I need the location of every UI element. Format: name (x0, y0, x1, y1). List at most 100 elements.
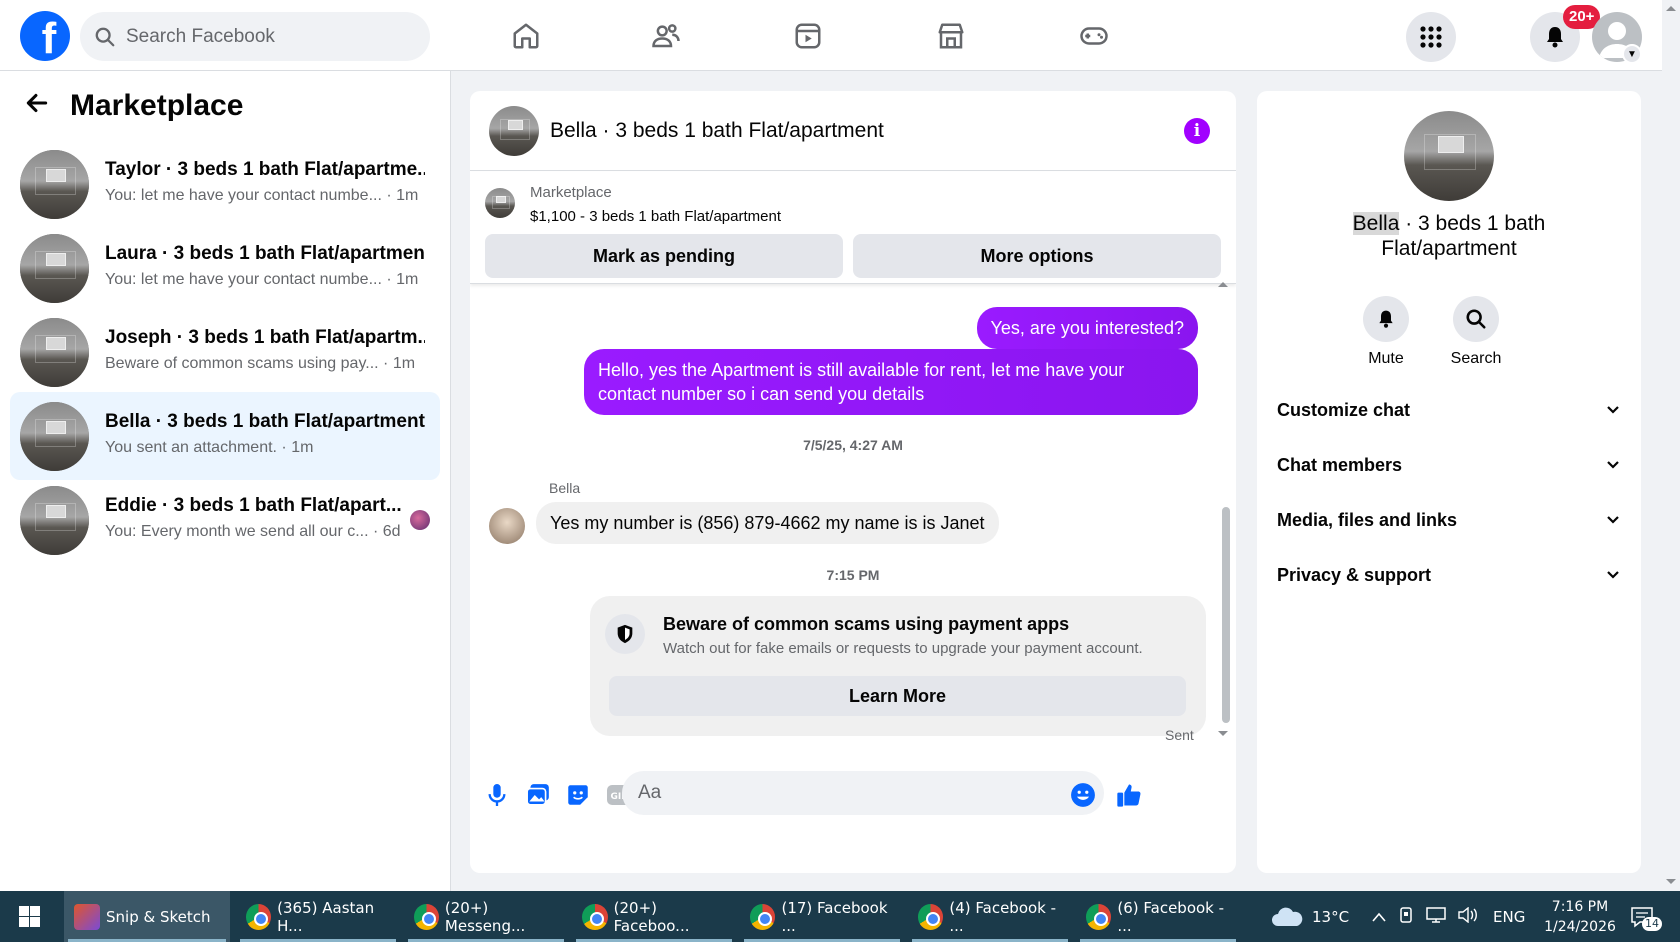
taskbar-app-label: Snip & Sketch (106, 907, 211, 926)
conversation-title: Taylor · 3 beds 1 bath Flat/apartme... (105, 159, 425, 180)
snip-sketch-icon (74, 903, 100, 930)
photo-icon[interactable] (524, 781, 552, 809)
sender-name: Bella (549, 480, 581, 496)
info-name-line2: Flat/apartment (1381, 237, 1517, 260)
learn-more-button[interactable]: Learn More (609, 676, 1186, 716)
action-center-button[interactable]: 14 (1630, 891, 1662, 942)
section-media-files-links[interactable]: Media, files and links (1277, 500, 1621, 540)
message-timestamp: 7:15 PM (826, 567, 880, 583)
facebook-logo[interactable]: f (20, 11, 70, 61)
friends-icon[interactable] (648, 18, 684, 54)
windows-taskbar: Snip & Sketch (365) Aastan H... (20+) Me… (0, 891, 1680, 942)
conversation-preview: You: let me have your contact numbe... ·… (105, 187, 419, 204)
language-indicator[interactable]: ENG (1493, 891, 1525, 942)
bell-icon (1547, 27, 1563, 48)
taskbar-app-chrome[interactable]: (4) Facebook - ... (908, 891, 1072, 942)
section-customize-chat[interactable]: Customize chat (1277, 390, 1621, 430)
conversation-item-bella[interactable]: Bella · 3 beds 1 bath Flat/apartment You… (10, 392, 440, 480)
search-action[interactable]: Search (1441, 296, 1511, 368)
message-outgoing[interactable]: Hello, yes the Apartment is still availa… (584, 349, 1198, 415)
taskbar-app-label: (20+) Faceboo... (613, 898, 690, 935)
grid-icon (1420, 26, 1442, 48)
system-tray-icons[interactable] (1372, 891, 1492, 942)
thumbs-up-icon[interactable] (1115, 781, 1143, 809)
listing-price[interactable]: $1,100 - 3 beds 1 bath Flat/apartment (530, 208, 781, 225)
chevron-down-icon (1607, 406, 1619, 414)
info-name-rest: · 3 beds 1 bath (1399, 212, 1546, 235)
scroll-up-arrow-icon[interactable] (1216, 279, 1230, 289)
message-input[interactable]: Aa (622, 771, 1104, 815)
sent-status: Sent (1165, 727, 1194, 743)
chrome-icon (246, 903, 272, 930)
search-icon (1453, 296, 1499, 342)
chevron-up-icon[interactable] (1372, 908, 1386, 926)
chrome-icon (414, 903, 439, 930)
section-chat-members[interactable]: Chat members (1277, 445, 1621, 485)
sticker-icon[interactable] (564, 781, 592, 809)
network-icon[interactable] (1426, 906, 1446, 927)
video-icon[interactable] (790, 18, 826, 54)
listing-thumbnail (20, 486, 89, 555)
marketplace-label: Marketplace (530, 184, 612, 201)
scroll-down-arrow-icon[interactable] (1216, 729, 1230, 739)
weather-temp: 13°C (1312, 907, 1350, 926)
scroll-down-arrow-icon[interactable] (1665, 878, 1677, 886)
info-chat-name: Bella · 3 beds 1 bath Flat/apartment (1277, 211, 1621, 261)
search-facebook-input[interactable]: Search Facebook (80, 12, 430, 61)
sidebar-header: Marketplace (24, 89, 243, 123)
listing-thumbnail[interactable] (1404, 111, 1494, 201)
taskbar-app-chrome[interactable]: (20+) Faceboo... (572, 891, 736, 942)
info-name-highlight: Bella (1352, 212, 1400, 235)
conversation-item-joseph[interactable]: Joseph · 3 beds 1 bath Flat/apartm... Be… (10, 308, 440, 396)
clock-date: 1/24/2026 (1544, 918, 1616, 935)
taskbar-app-label: (20+) Messeng... (444, 898, 526, 935)
section-privacy-support[interactable]: Privacy & support (1277, 555, 1621, 595)
conversation-item-taylor[interactable]: Taylor · 3 beds 1 bath Flat/apartme... Y… (10, 140, 440, 228)
taskbar-app-chrome[interactable]: (6) Facebook - ... (1076, 891, 1240, 942)
page-scrollbar[interactable] (1662, 0, 1680, 891)
chat-panel: Bella · 3 beds 1 bath Flat/apartment i M… (470, 91, 1236, 873)
message-outgoing[interactable]: Yes, are you interested? (976, 307, 1198, 349)
bell-icon (1363, 296, 1409, 342)
taskbar-app-chrome[interactable]: (20+) Messeng... (404, 891, 568, 942)
section-label: Privacy & support (1277, 564, 1432, 585)
chat-thumbnail[interactable] (489, 106, 539, 156)
chevron-down-icon[interactable]: ▼ (1622, 44, 1642, 64)
notification-count: 14 (1642, 917, 1662, 931)
taskbar-app-snip-sketch[interactable]: Snip & Sketch (64, 891, 230, 942)
taskbar-app-label: (365) Aastan H... (277, 898, 375, 935)
clock[interactable]: 7:16 PM 1/24/2026 (1540, 891, 1620, 942)
chat-scrollbar[interactable] (1222, 507, 1230, 723)
marketplace-icon[interactable] (933, 18, 969, 54)
listing-thumbnail (20, 150, 89, 219)
message-incoming[interactable]: Yes my number is (856) 879-4662 my name … (536, 502, 999, 544)
chevron-down-icon (1607, 461, 1619, 469)
microphone-icon[interactable] (483, 781, 511, 809)
more-options-button[interactable]: More options (853, 234, 1221, 278)
back-arrow-icon[interactable] (24, 90, 50, 122)
meet-now-icon[interactable] (1398, 906, 1414, 928)
chat-title[interactable]: Bella · 3 beds 1 bath Flat/apartment (550, 119, 884, 143)
sender-avatar[interactable] (489, 508, 525, 544)
chrome-icon (918, 903, 944, 930)
cloud-icon (1272, 907, 1303, 926)
weather-widget[interactable]: 13°C (1270, 891, 1349, 942)
volume-icon[interactable] (1458, 906, 1478, 927)
chevron-down-icon (1607, 571, 1619, 579)
emoji-icon[interactable] (1069, 781, 1097, 809)
taskbar-app-chrome[interactable]: (17) Facebook ... (740, 891, 904, 942)
gaming-icon[interactable] (1076, 18, 1112, 54)
conversation-item-eddie[interactable]: Eddie · 3 beds 1 bath Flat/apart... You:… (10, 476, 440, 564)
taskbar-app-chrome[interactable]: (365) Aastan H... (236, 891, 400, 942)
scroll-up-arrow-icon[interactable] (1665, 4, 1677, 12)
chrome-icon (582, 903, 608, 930)
conversation-item-laura[interactable]: Laura · 3 beds 1 bath Flat/apartment You… (10, 224, 440, 312)
mark-as-pending-button[interactable]: Mark as pending (485, 234, 843, 278)
windows-start-icon[interactable] (19, 906, 40, 927)
menu-grid-button[interactable] (1406, 12, 1456, 62)
taskbar-app-label: (6) Facebook - ... (1117, 898, 1225, 935)
section-label: Chat members (1277, 454, 1403, 475)
info-icon[interactable]: i (1184, 118, 1210, 144)
mute-action[interactable]: Mute (1351, 296, 1421, 368)
home-icon[interactable] (508, 18, 544, 54)
